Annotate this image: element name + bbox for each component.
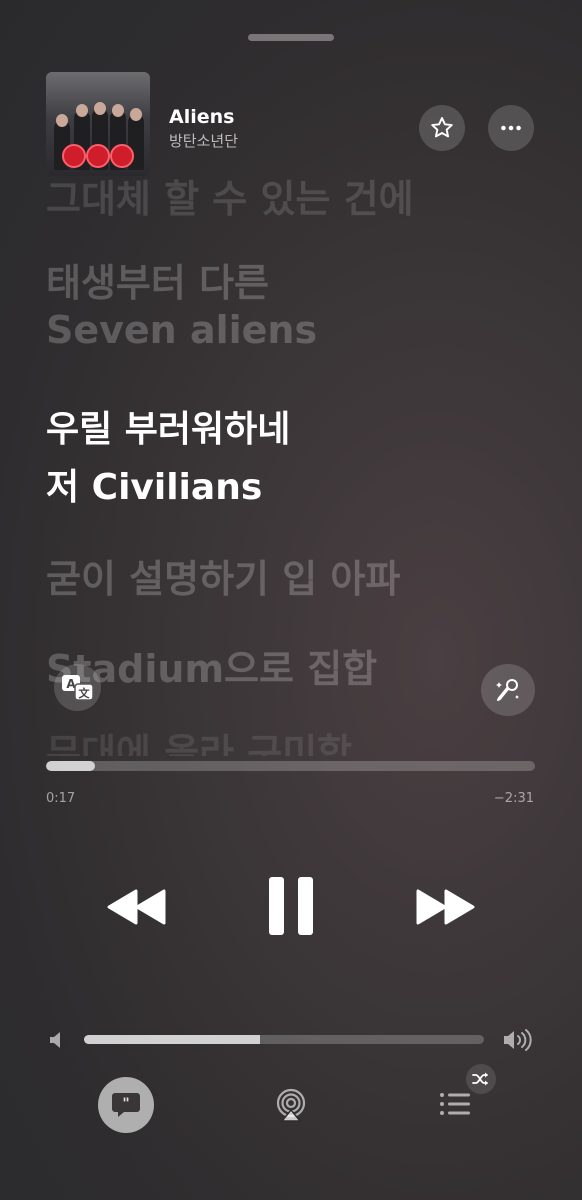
fast-forward-icon (416, 889, 475, 925)
svg-text:文: 文 (78, 686, 90, 700)
remaining-time: −2:31 (493, 791, 534, 806)
rewind-button[interactable] (106, 886, 168, 928)
airplay-button[interactable] (274, 1088, 308, 1122)
lyrics-button[interactable]: " (98, 1077, 154, 1133)
now-playing-header: Aliens 방탄소년단 (46, 72, 536, 176)
fast-forward-button[interactable] (414, 886, 476, 928)
artist-name: 방탄소년단 (169, 132, 239, 150)
album-artwork[interactable] (46, 72, 150, 176)
ellipsis-icon (501, 125, 521, 131)
lyric-line[interactable]: 그대체 할 수 있는 건에 (46, 168, 414, 223)
lyric-line-current[interactable]: 저 Civilians (46, 458, 262, 510)
volume-low-indicator (48, 1030, 66, 1050)
lyrics-quote-icon: " (112, 1093, 140, 1117)
shuffle-icon (472, 1072, 488, 1086)
lyric-line[interactable]: Seven aliens (46, 308, 317, 352)
lyric-line[interactable]: 무대에 올라 구미합 (46, 722, 352, 756)
favorite-button[interactable] (419, 105, 465, 151)
track-info[interactable]: Aliens 방탄소년단 (169, 106, 238, 151)
microphone-sparkle-icon (496, 679, 519, 701)
pause-icon (269, 877, 313, 935)
queue-list-icon (440, 1093, 470, 1115)
volume-high-indicator (502, 1028, 534, 1052)
sing-button[interactable] (481, 664, 535, 716)
sheet-grabber[interactable] (248, 34, 334, 41)
rewind-icon (107, 889, 166, 925)
playback-scrubber[interactable] (46, 761, 535, 771)
playback-progress-fill (46, 761, 95, 771)
translate-icon: A 文 (61, 674, 94, 701)
speaker-low-icon (50, 1032, 60, 1048)
pause-button[interactable] (268, 876, 314, 936)
elapsed-time: 0:17 (46, 791, 76, 806)
star-icon (431, 117, 453, 138)
more-button[interactable] (488, 105, 534, 151)
translate-button[interactable]: A 文 (54, 664, 101, 711)
shuffle-badge[interactable] (466, 1064, 496, 1094)
speaker-high-icon (504, 1029, 532, 1051)
lyric-line[interactable]: 굳이 설명하기 입 아파 (46, 548, 400, 603)
song-title: Aliens (169, 106, 235, 128)
queue-button[interactable] (438, 1090, 472, 1118)
lyric-line[interactable]: 태생부터 다른 (46, 252, 269, 307)
airplay-icon (276, 1088, 306, 1122)
lyric-line-current[interactable]: 우릴 부러워하네 (46, 400, 290, 452)
volume-fill (84, 1035, 260, 1044)
svg-text:": " (122, 1096, 129, 1112)
volume-slider[interactable] (84, 1035, 484, 1044)
